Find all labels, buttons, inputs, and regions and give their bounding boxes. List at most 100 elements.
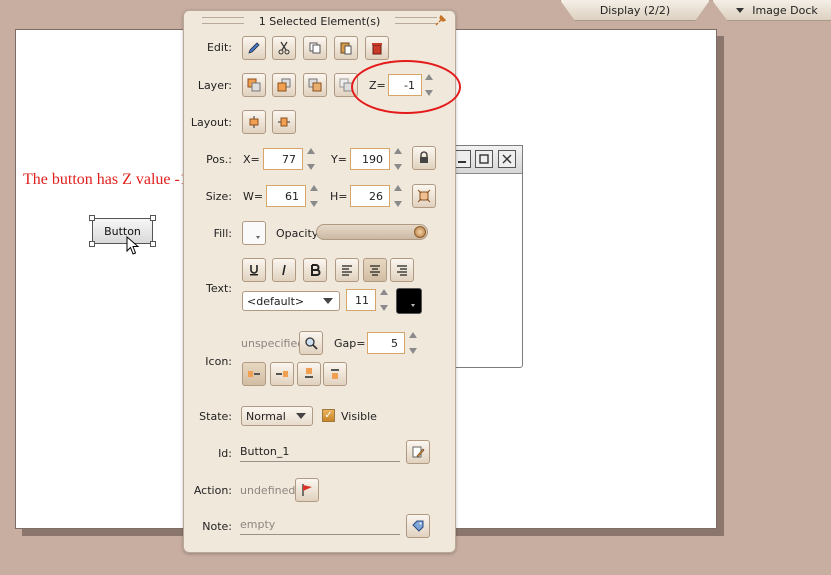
h-input[interactable]: 26 [350, 185, 390, 207]
w-stepper[interactable] [309, 185, 319, 207]
dropdown-triangle-icon [736, 7, 745, 13]
icon-left-button[interactable] [242, 362, 266, 386]
window-titlebar[interactable] [453, 146, 522, 174]
chevron-down-icon[interactable] [320, 294, 336, 308]
edit-id-button[interactable] [406, 440, 430, 464]
font-size-input[interactable]: 11 [346, 289, 376, 311]
bring-forward-button[interactable] [272, 73, 296, 97]
spin-down-icon[interactable] [380, 305, 388, 311]
chevron-down-icon[interactable] [293, 409, 309, 423]
resize-handle-ne[interactable] [150, 215, 156, 221]
pin-icon[interactable] [435, 14, 447, 29]
align-left-button[interactable] [335, 258, 359, 282]
bring-to-front-button[interactable] [242, 73, 266, 97]
window-element[interactable] [452, 145, 523, 368]
spin-down-icon[interactable] [310, 201, 318, 207]
w-input[interactable]: 61 [266, 185, 306, 207]
close-icon[interactable] [498, 150, 516, 168]
resize-handle-nw[interactable] [89, 215, 95, 221]
gap-label: Gap= [334, 337, 366, 350]
text-color-button[interactable] [396, 288, 422, 314]
flag-icon [302, 484, 312, 496]
fit-size-button[interactable] [412, 184, 436, 208]
visible-checkbox[interactable]: ✓ [322, 409, 335, 422]
tab-display[interactable]: Display (2/2) [560, 0, 710, 21]
canvas-button-element[interactable]: Button [92, 218, 153, 244]
icon-bottom-button[interactable] [323, 362, 347, 386]
spin-down-icon[interactable] [394, 164, 402, 170]
gap-stepper[interactable] [408, 332, 418, 354]
gap-input[interactable]: 5 [367, 332, 405, 354]
delete-button[interactable] [365, 36, 389, 60]
fill-label: Fill: [213, 227, 232, 240]
center-horizontal-button[interactable] [242, 110, 266, 134]
icon-position-bottom-icon [331, 369, 339, 379]
cut-button[interactable] [272, 36, 296, 60]
spin-down-icon[interactable] [409, 348, 417, 354]
spin-up-icon[interactable] [380, 289, 388, 295]
spin-up-icon[interactable] [310, 185, 318, 191]
opacity-slider-knob[interactable] [414, 226, 426, 238]
panel-grip-left[interactable] [202, 17, 244, 24]
icon-top-button[interactable] [297, 362, 321, 386]
fill-color-button[interactable] [242, 221, 266, 245]
spin-up-icon[interactable] [409, 332, 417, 338]
opacity-slider[interactable] [316, 224, 428, 240]
annotation-text: The button has Z value -1 [23, 171, 188, 188]
font-size-stepper[interactable] [379, 289, 389, 311]
panel-grip-right[interactable] [395, 17, 437, 24]
edit-label: Edit: [206, 41, 232, 54]
y-stepper[interactable] [393, 148, 403, 170]
note-input[interactable]: empty [240, 515, 400, 535]
browse-icon-button[interactable] [299, 331, 323, 355]
action-button[interactable] [295, 478, 319, 502]
size-label: Size: [205, 190, 232, 203]
underline-button[interactable] [242, 258, 266, 282]
layout-label: Layout: [190, 116, 232, 129]
copy-button[interactable] [303, 36, 327, 60]
edit-note-icon [412, 446, 425, 458]
bring-to-front-icon [247, 78, 261, 92]
x-stepper[interactable] [306, 148, 316, 170]
align-right-icon [397, 265, 407, 276]
icon-position-top-icon [305, 368, 313, 378]
x-input[interactable]: 77 [263, 148, 303, 170]
state-label: State: [199, 410, 232, 423]
paste-icon [340, 42, 352, 55]
resize-handle-se[interactable] [150, 241, 156, 247]
state-select[interactable]: Normal [241, 406, 313, 426]
layer-label: Layer: [197, 79, 232, 92]
y-input[interactable]: 190 [350, 148, 390, 170]
align-left-icon [342, 265, 352, 276]
align-center-button[interactable] [363, 258, 387, 282]
center-vertical-button[interactable] [272, 110, 296, 134]
pencil-button[interactable] [242, 36, 266, 60]
note-button[interactable] [406, 514, 430, 538]
icon-right-button[interactable] [270, 362, 294, 386]
send-backward-button[interactable] [303, 73, 327, 97]
trash-icon [372, 43, 382, 55]
bold-button[interactable] [303, 258, 327, 282]
italic-button[interactable] [272, 258, 296, 282]
font-family-select[interactable]: <default> [242, 291, 340, 311]
id-label: Id: [218, 447, 232, 460]
spin-down-icon[interactable] [307, 164, 315, 170]
paste-button[interactable] [334, 36, 358, 60]
align-right-button[interactable] [390, 258, 414, 282]
italic-icon [282, 264, 286, 276]
lock-position-button[interactable] [412, 146, 436, 170]
h-stepper[interactable] [393, 185, 403, 207]
tab-image-dock[interactable]: Image Dock [712, 0, 831, 21]
icon-position-right-icon [276, 371, 288, 377]
maximize-icon[interactable] [475, 150, 493, 168]
spin-down-icon[interactable] [394, 201, 402, 207]
text-label: Text: [206, 282, 232, 295]
action-value: undefined [240, 484, 296, 497]
center-horizontal-icon [249, 116, 259, 128]
underline-icon [250, 265, 258, 276]
spin-up-icon[interactable] [394, 185, 402, 191]
resize-handle-sw[interactable] [89, 241, 95, 247]
spin-up-icon[interactable] [307, 148, 315, 154]
spin-up-icon[interactable] [394, 148, 402, 154]
id-input[interactable]: Button_1 [240, 442, 400, 462]
